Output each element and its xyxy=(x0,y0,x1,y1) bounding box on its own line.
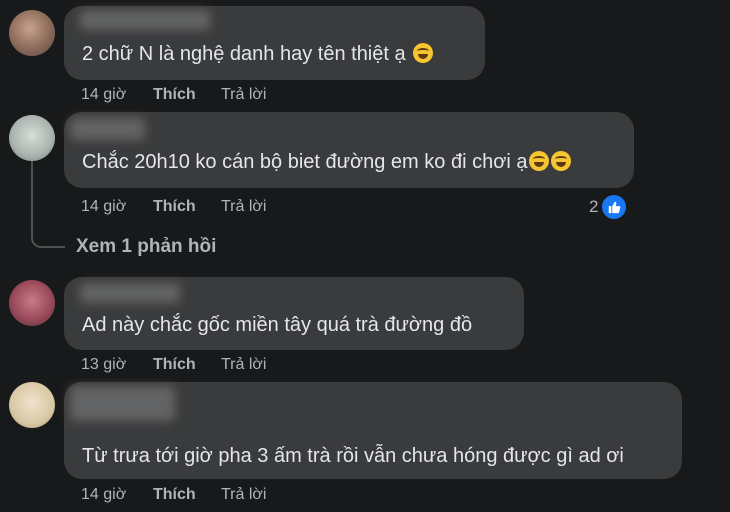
commenter-avatar[interactable] xyxy=(9,382,55,428)
comment-text: Từ trưa tới giờ pha 3 ấm trà rồi vẫn chư… xyxy=(82,445,624,467)
comment-text: 2 chữ N là nghệ danh hay tên thiệt ạ xyxy=(82,43,434,66)
comment-bubble xyxy=(64,112,634,188)
view-replies-link[interactable]: Xem 1 phản hồi xyxy=(76,236,216,258)
comment-timestamp[interactable]: 14 giờ xyxy=(81,486,126,504)
commenter-avatar[interactable] xyxy=(9,280,55,326)
comment-timestamp[interactable]: 14 giờ xyxy=(81,86,126,104)
like-link[interactable]: Thích xyxy=(153,86,196,104)
comment-text-content: 2 chữ N là nghệ danh hay tên thiệt ạ xyxy=(82,43,406,65)
comment-timestamp[interactable]: 14 giờ xyxy=(81,198,126,216)
reaction-summary[interactable]: 2 xyxy=(589,193,629,221)
comment-text: Ad này chắc gốc miền tây quá trà đường đ… xyxy=(82,314,473,336)
commenter-avatar[interactable] xyxy=(9,10,55,56)
reply-link[interactable]: Trả lời xyxy=(221,356,266,374)
blurred-commenter-name[interactable] xyxy=(70,386,175,421)
comment-timestamp[interactable]: 13 giờ xyxy=(81,356,126,374)
like-link[interactable]: Thích xyxy=(153,198,196,216)
rofl-emoji-icon xyxy=(551,151,572,171)
reply-thread-line xyxy=(31,160,65,248)
like-icon xyxy=(600,193,629,221)
reply-link[interactable]: Trả lời xyxy=(221,486,266,504)
blurred-commenter-name[interactable] xyxy=(80,283,180,303)
commenter-avatar[interactable] xyxy=(9,115,55,161)
like-link[interactable]: Thích xyxy=(153,486,196,504)
blurred-commenter-name[interactable] xyxy=(80,10,210,30)
rofl-emoji-icon xyxy=(529,151,550,171)
grinning-sweat-emoji-icon xyxy=(413,43,434,63)
blurred-commenter-name[interactable] xyxy=(70,118,145,140)
like-link[interactable]: Thích xyxy=(153,356,196,374)
reply-link[interactable]: Trả lời xyxy=(221,198,266,216)
comment-text: Chắc 20h10 ko cán bộ biet đường em ko đi… xyxy=(82,151,572,174)
reply-link[interactable]: Trả lời xyxy=(221,86,266,104)
comment-text-content: Chắc 20h10 ko cán bộ biet đường em ko đi… xyxy=(82,151,528,173)
reaction-count: 2 xyxy=(589,197,599,216)
